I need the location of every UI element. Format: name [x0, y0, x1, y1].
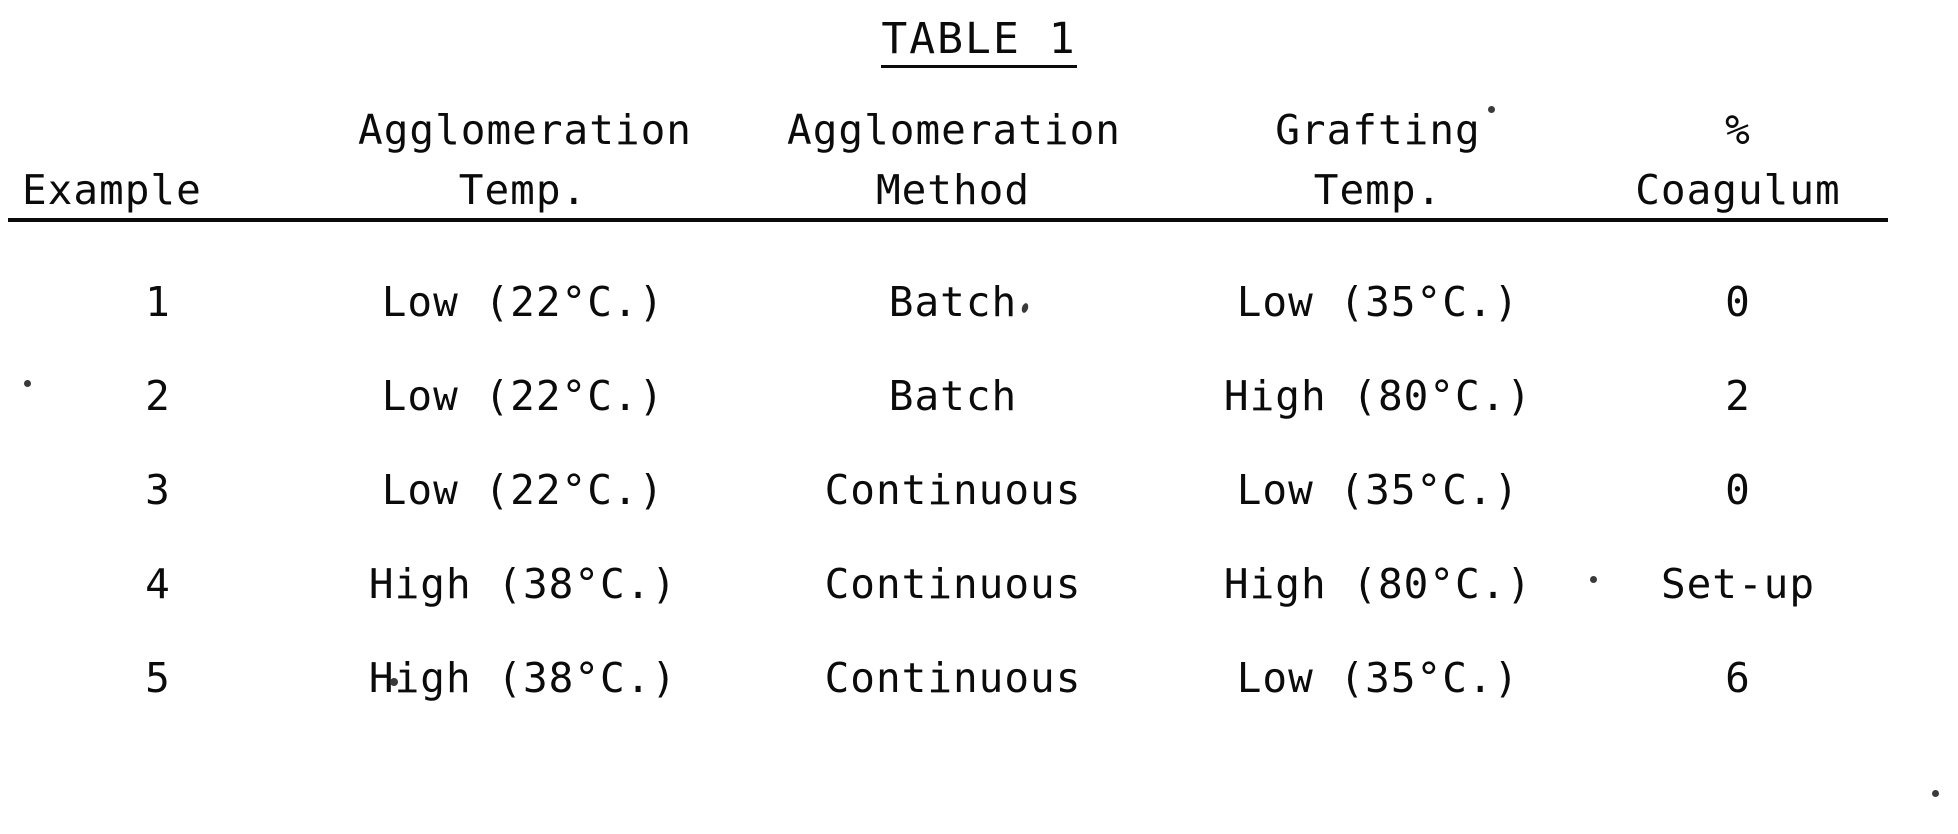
cell-grafting-temp: High (80°C.): [1223, 372, 1533, 421]
table-row: 1 Low (22°C.) Batch Low (35°C.) 0: [8, 252, 1888, 346]
document-page: TABLE 1 Agglomeration Agglomeration Graf…: [0, 0, 1958, 834]
data-table: Agglomeration Agglomeration Grafting % E…: [8, 96, 1888, 722]
cell-grafting-temp: Low (35°C.): [1236, 278, 1520, 327]
table-row: 5 High (38°C.) Continuous Low (35°C.) 6: [8, 628, 1888, 722]
cell-agglomeration-method: Continuous: [824, 560, 1082, 609]
column-header-grafting-temp: Temp.: [1168, 154, 1588, 222]
scan-artifact-speck: [24, 380, 31, 387]
table-row: 2 Low (22°C.) Batch High (80°C.) 2: [8, 346, 1888, 440]
cell-agglomeration-temp: Low (22°C.): [381, 278, 665, 327]
spacer-cell: [738, 220, 1168, 252]
column-header-coagulum: Coagulum: [1588, 154, 1888, 222]
cell-grafting-temp: Low (35°C.): [1236, 654, 1520, 703]
table-header: Agglomeration Agglomeration Grafting % E…: [8, 96, 1888, 222]
table-row: 4 High (38°C.) Continuous High (80°C.) S…: [8, 534, 1888, 628]
cell-example: 1: [145, 278, 171, 327]
cell-example: 2: [145, 372, 171, 421]
cell-agglomeration-method: Continuous: [824, 654, 1082, 703]
scan-artifact-speck: [390, 678, 398, 686]
page-title: TABLE 1: [881, 18, 1077, 68]
scan-artifact-speck: [1932, 790, 1939, 797]
cell-agglomeration-method: Continuous: [824, 466, 1082, 515]
column-header-grafting-temp-line1: Grafting: [1275, 105, 1481, 154]
cell-agglomeration-temp: Low (22°C.): [381, 372, 665, 421]
spacer-cell: [1168, 220, 1588, 252]
cell-agglomeration-temp: High (38°C.): [368, 654, 678, 703]
column-header-agglomeration-method: Method: [738, 154, 1168, 222]
cell-coagulum: 6: [1725, 654, 1751, 703]
table-row: 3 Low (22°C.) Continuous Low (35°C.) 0: [8, 440, 1888, 534]
cell-example: 5: [145, 654, 171, 703]
cell-grafting-temp: High (80°C.): [1223, 560, 1533, 609]
cell-agglomeration-method: Batch: [888, 278, 1018, 327]
scan-artifact-speck: [1488, 106, 1495, 113]
table-title-container: TABLE 1: [0, 18, 1958, 68]
table-header-row-line2: Example Temp. Method Temp. Coagulum: [8, 154, 1888, 222]
cell-coagulum: Set-up: [1660, 560, 1816, 609]
table-spacer: [8, 220, 1888, 252]
column-header-agglomeration-temp: Temp.: [308, 154, 738, 222]
spacer-cell: [8, 220, 308, 252]
cell-agglomeration-method: Batch: [888, 372, 1018, 421]
table-body: 1 Low (22°C.) Batch Low (35°C.) 0 2 Low …: [8, 220, 1888, 722]
cell-agglomeration-temp: Low (22°C.): [381, 466, 665, 515]
cell-coagulum: 0: [1725, 278, 1751, 327]
column-header-example-line1: [8, 96, 308, 154]
column-header-agglomeration-temp-line1: Agglomeration: [358, 105, 692, 154]
cell-coagulum: 0: [1725, 466, 1751, 515]
column-header-example: Example: [8, 154, 308, 222]
scan-artifact-speck: [1590, 576, 1597, 583]
cell-example: 3: [145, 466, 171, 515]
cell-grafting-temp: Low (35°C.): [1236, 466, 1520, 515]
cell-coagulum: 2: [1725, 372, 1751, 421]
cell-example: 4: [145, 560, 171, 609]
column-header-agglomeration-method-line1: Agglomeration: [787, 105, 1121, 154]
spacer-cell: [1588, 220, 1888, 252]
spacer-cell: [308, 220, 738, 252]
column-header-coagulum-line1: %: [1725, 105, 1751, 154]
cell-agglomeration-temp: High (38°C.): [368, 560, 678, 609]
table-header-row-line1: Agglomeration Agglomeration Grafting %: [8, 96, 1888, 154]
